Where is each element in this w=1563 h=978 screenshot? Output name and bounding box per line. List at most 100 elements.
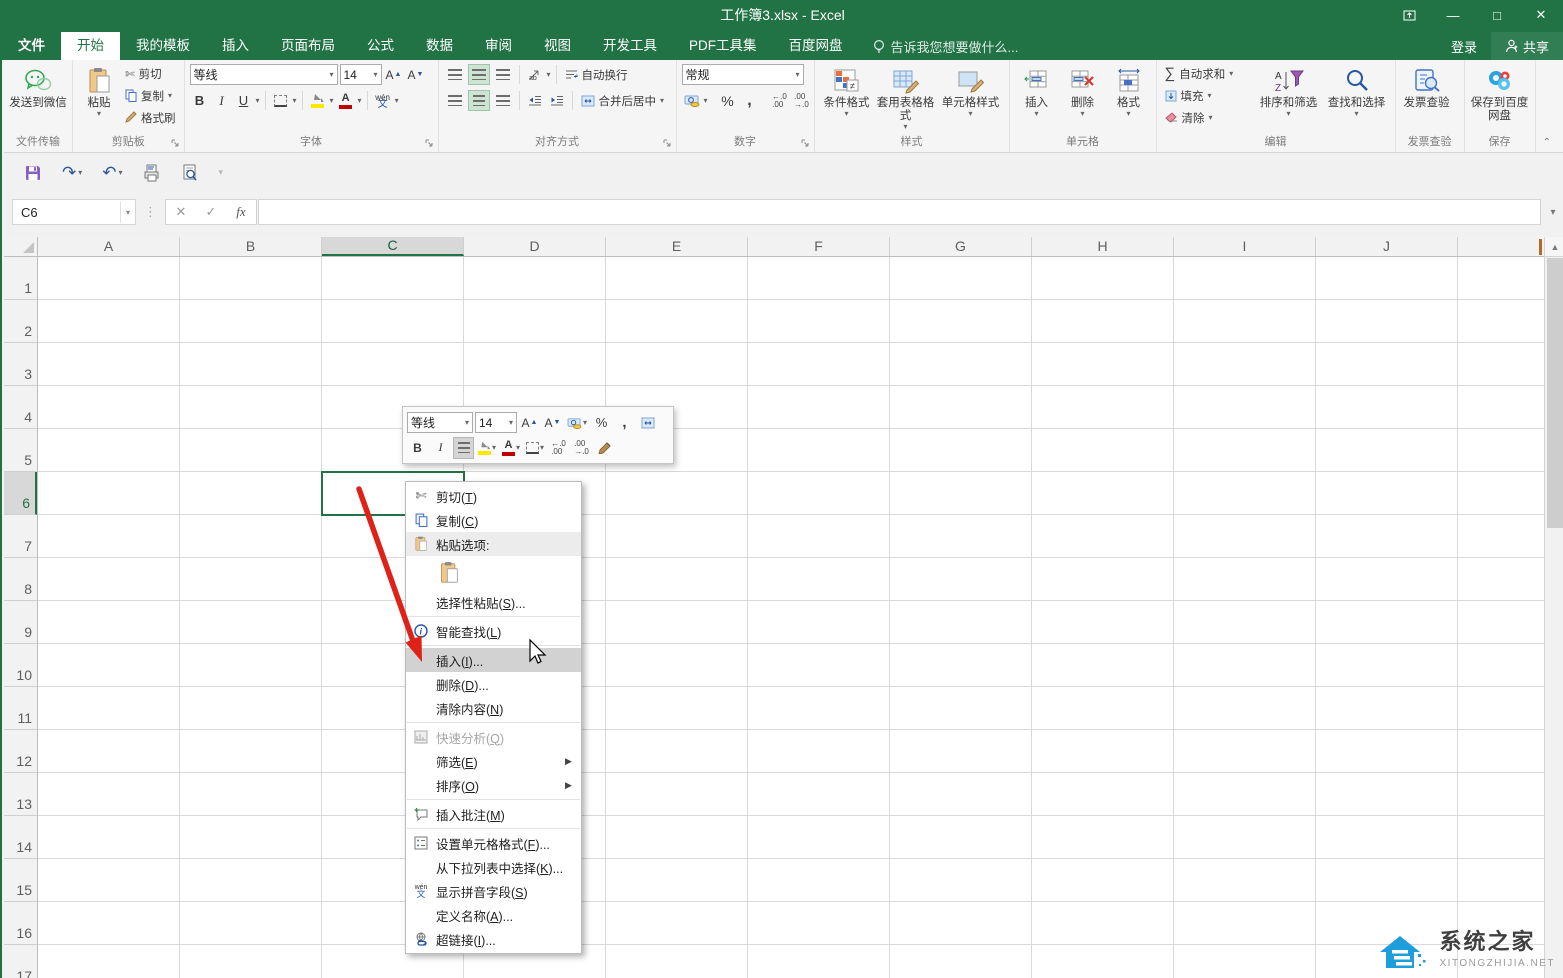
column-header-C[interactable]: C <box>322 237 464 256</box>
menu-item-insert-comment[interactable]: 插入批注(M) <box>406 802 581 826</box>
insert-function-button[interactable]: fx <box>226 204 256 220</box>
redo-button[interactable]: ↷▾ <box>56 160 88 186</box>
copy-button[interactable]: 复制▾ <box>122 85 179 106</box>
mini-format-painter-button[interactable] <box>594 437 615 459</box>
menu-item-show-phonetic[interactable]: wén文显示拼音字段(S) <box>406 879 581 903</box>
collapse-ribbon-button[interactable]: ⌃ <box>1543 137 1551 148</box>
quick-print-button[interactable] <box>137 160 167 186</box>
mini-shrink-font-button[interactable]: A▼ <box>542 412 563 434</box>
cell-grid[interactable] <box>38 257 1544 978</box>
row-header-16[interactable]: 16 <box>4 902 37 945</box>
wrap-text-button[interactable]: 自动换行 <box>562 64 631 85</box>
send-to-wechat-button[interactable]: 发送到微信 <box>9 63 67 135</box>
menu-item-hyperlink[interactable]: 超链接(I)... <box>406 927 581 951</box>
column-header-A[interactable]: A <box>38 237 180 256</box>
orientation-button[interactable]: ab <box>525 64 545 85</box>
mini-bold-button[interactable]: B <box>407 437 428 459</box>
expand-formula-bar-button[interactable]: ▾ <box>1541 207 1563 218</box>
tab-pdf-tools[interactable]: PDF工具集 <box>673 32 773 60</box>
tab-developer[interactable]: 开发工具 <box>587 32 673 60</box>
cell-styles-button[interactable]: 单元格样式 ▾ <box>938 63 1004 135</box>
column-header-D[interactable]: D <box>464 237 606 256</box>
row-header-5[interactable]: 5 <box>4 429 37 472</box>
tab-file[interactable]: 文件 <box>2 32 61 60</box>
column-header-B[interactable]: B <box>180 237 322 256</box>
formula-bar-grip[interactable]: ⋮ <box>136 204 165 220</box>
scroll-up-button[interactable]: ▲ <box>1545 237 1563 257</box>
share-button[interactable]: 共享 <box>1491 32 1563 60</box>
row-header-12[interactable]: 12 <box>4 730 37 773</box>
column-header-F[interactable]: F <box>748 237 890 256</box>
mini-font-size-combo[interactable]: 14▾ <box>475 412 517 433</box>
maximize-button[interactable]: □ <box>1475 0 1519 30</box>
menu-item-paste-special[interactable]: 选择性粘贴(S)... <box>406 590 581 614</box>
row-header-1[interactable]: 1 <box>4 257 37 300</box>
accounting-format-button[interactable] <box>682 90 702 111</box>
decrease-decimal-button[interactable]: .00→.0 <box>792 90 812 111</box>
row-header-17[interactable]: 17 <box>4 945 37 978</box>
row-header-8[interactable]: 8 <box>4 558 37 601</box>
save-button[interactable] <box>18 160 48 186</box>
align-center-button[interactable] <box>468 90 490 111</box>
number-format-combo[interactable]: 常规▾ <box>682 64 804 85</box>
row-header-6[interactable]: 6 <box>4 472 37 515</box>
autosum-button[interactable]: ∑自动求和▾ <box>1162 63 1254 84</box>
tab-formulas[interactable]: 公式 <box>351 32 410 60</box>
row-header-7[interactable]: 7 <box>4 515 37 558</box>
font-dialog-launcher[interactable] <box>424 138 436 150</box>
comma-style-button[interactable]: , <box>740 90 760 111</box>
mini-increase-decimal-button[interactable]: ←.0.00 <box>548 437 569 459</box>
formula-input[interactable] <box>258 199 1541 225</box>
format-as-table-button[interactable]: 套用表格格式 ▾ <box>876 63 936 135</box>
tab-baidu-netdisk[interactable]: 百度网盘 <box>773 32 859 60</box>
mini-font-name-combo[interactable]: 等线▾ <box>407 412 473 433</box>
vertical-scrollbar[interactable]: ▲ <box>1544 237 1563 978</box>
alignment-dialog-launcher[interactable] <box>662 138 674 150</box>
save-to-baidu-button[interactable]: 保存到百度网盘 <box>1470 63 1530 135</box>
clear-button[interactable]: 清除▾ <box>1162 107 1254 128</box>
decrease-indent-button[interactable] <box>525 90 545 111</box>
column-header-E[interactable]: E <box>606 237 748 256</box>
tab-insert[interactable]: 插入 <box>206 32 265 60</box>
sign-in-button[interactable]: 登录 <box>1437 37 1491 56</box>
increase-decimal-button[interactable]: ←.0.00 <box>770 90 790 111</box>
mini-borders-button[interactable]: ▾ <box>524 437 546 459</box>
fill-button[interactable]: 填充▾ <box>1162 85 1254 106</box>
insert-cells-button[interactable]: 插入 ▾ <box>1015 63 1059 135</box>
phonetic-guide-button[interactable]: wén文 <box>373 90 393 111</box>
bold-button[interactable]: B <box>190 90 210 111</box>
mini-italic-button[interactable]: I <box>430 437 451 459</box>
menu-item-define-name[interactable]: 定义名称(A)... <box>406 903 581 927</box>
column-header-I[interactable]: I <box>1174 237 1316 256</box>
name-box-caret[interactable]: ▾ <box>120 202 135 223</box>
underline-button[interactable]: U <box>234 90 254 111</box>
sort-filter-button[interactable]: AZ 排序和筛选 ▾ <box>1256 63 1322 135</box>
align-right-button[interactable] <box>492 90 514 111</box>
row-header-14[interactable]: 14 <box>4 816 37 859</box>
cancel-entry-button[interactable]: ✕ <box>166 204 196 220</box>
format-cells-button[interactable]: 格式 ▾ <box>1107 63 1151 135</box>
font-size-combo[interactable]: 14▾ <box>340 64 382 85</box>
row-header-11[interactable]: 11 <box>4 687 37 730</box>
menu-item-filter[interactable]: 筛选(E)▶ <box>406 749 581 773</box>
mini-accounting-button[interactable]: ▾ <box>565 412 589 434</box>
paste-button[interactable]: 粘贴 ▾ <box>78 63 120 135</box>
menu-item-cut[interactable]: ✄剪切(T) <box>406 484 581 508</box>
align-bottom-button[interactable] <box>492 64 514 85</box>
find-select-button[interactable]: 查找和选择 ▾ <box>1324 63 1390 135</box>
print-preview-button[interactable] <box>175 160 205 186</box>
row-header-15[interactable]: 15 <box>4 859 37 902</box>
tab-data[interactable]: 数据 <box>410 32 469 60</box>
menu-item-paste-keep-source[interactable] <box>436 560 462 586</box>
menu-item-copy[interactable]: 复制(C) <box>406 508 581 532</box>
confirm-entry-button[interactable]: ✓ <box>196 204 226 220</box>
cut-button[interactable]: ✄剪切 <box>122 63 179 84</box>
font-name-combo[interactable]: 等线▾ <box>190 64 338 85</box>
clipboard-dialog-launcher[interactable] <box>170 138 182 150</box>
menu-item-sort[interactable]: 排序(O)▶ <box>406 773 581 797</box>
menu-item-pick-from-list[interactable]: 从下拉列表中选择(K)... <box>406 855 581 879</box>
mini-percent-button[interactable]: % <box>591 412 612 434</box>
percent-style-button[interactable]: % <box>718 90 738 111</box>
tab-view[interactable]: 视图 <box>528 32 587 60</box>
undo-button[interactable]: ↶▾ <box>96 160 128 186</box>
